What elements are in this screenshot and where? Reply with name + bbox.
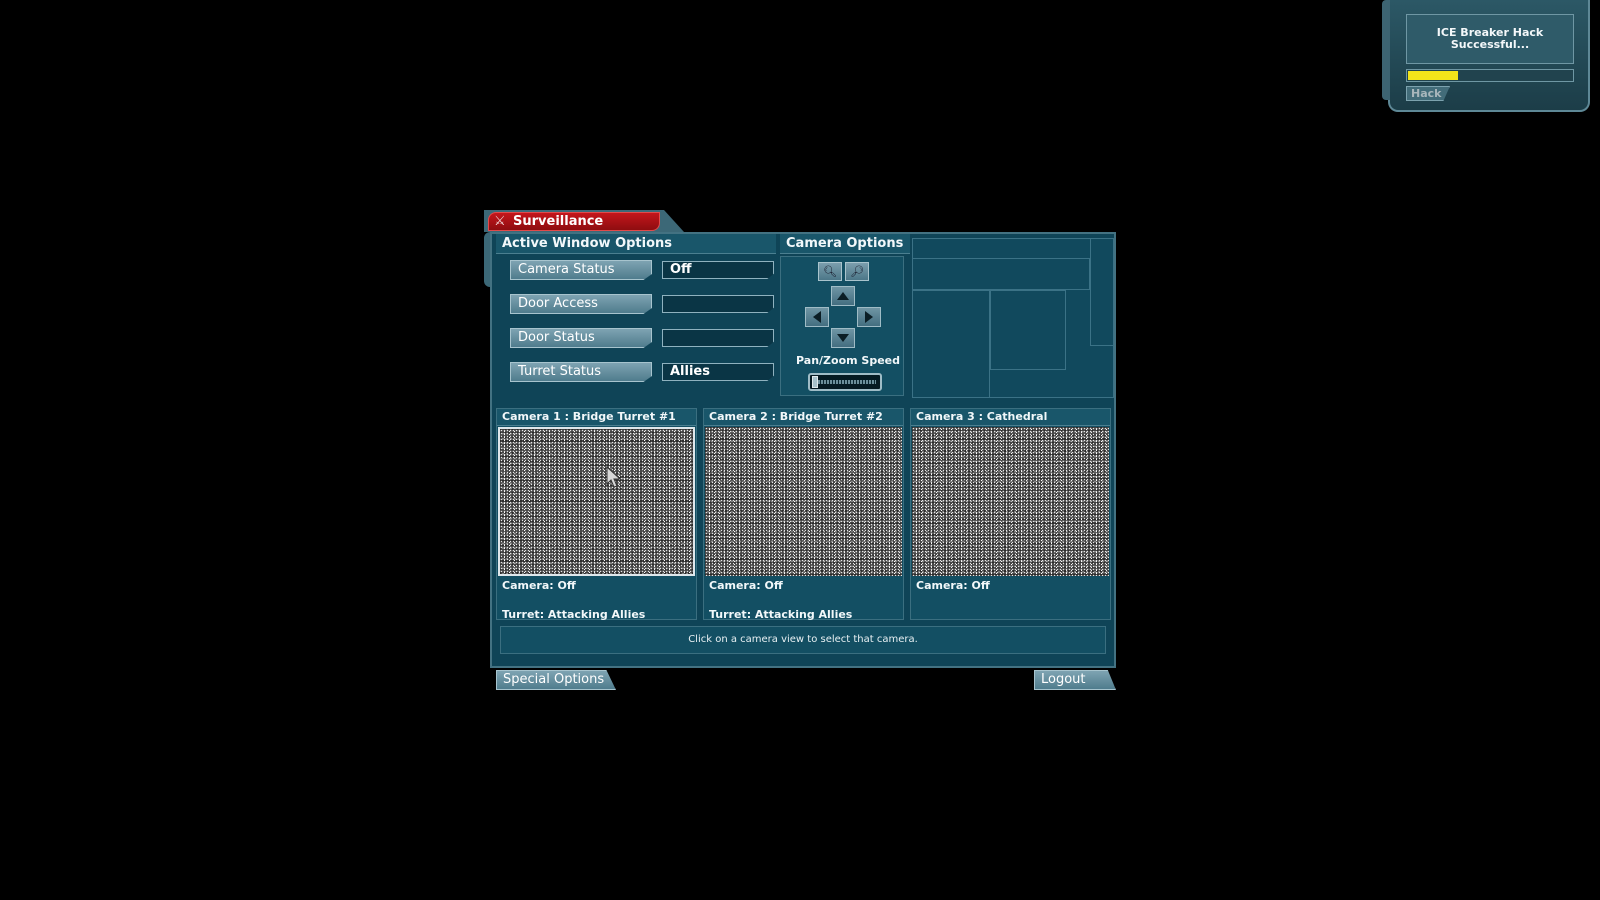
turret-status-value: Allies [662,363,774,381]
camera-feed-static[interactable] [705,427,902,576]
hack-progress-bar [1406,69,1574,82]
camera-status-text: Camera: Off [502,579,576,592]
pan-up-button[interactable] [831,286,855,306]
camera-view-2[interactable]: Camera 2 : Bridge Turret #2 Camera: Off … [703,408,904,621]
window-title: Surveillance [513,214,604,229]
hack-button[interactable]: Hack [1406,86,1450,101]
camera-feed-static[interactable] [912,427,1109,576]
pan-down-button[interactable] [831,328,855,348]
pan-left-button[interactable] [805,307,829,327]
door-status-button[interactable]: Door Status [510,328,652,348]
decorative-panel-block [912,258,1090,290]
turret-status-text: Turret: Attacking Allies [709,608,853,621]
surveillance-icon: ⚔ [494,214,506,229]
camera-options-heading: Camera Options [780,234,910,254]
arrow-down-icon [837,334,849,342]
camera-title: Camera 2 : Bridge Turret #2 [704,409,903,426]
mouse-cursor-icon [606,466,622,488]
arrow-left-icon [813,311,821,323]
decorative-panel-block [990,290,1066,370]
decorative-panel-block [1090,238,1114,346]
pan-zoom-speed-label: Pan/Zoom Speed [796,354,901,367]
camera-view-3[interactable]: Camera 3 : Cathedral Camera: Off [910,408,1111,620]
hack-widget: ICE Breaker Hack Successful... Hack [1382,0,1590,112]
camera-status-text: Camera: Off [916,579,990,592]
status-message: Click on a camera view to select that ca… [500,626,1106,654]
decorative-panel-block [912,290,990,398]
pan-zoom-speed-slider[interactable] [808,373,882,391]
turret-status-text: Turret: Attacking Allies [502,608,646,621]
zoom-in-icon[interactable]: 🔍︎ [818,262,842,281]
slider-track [818,380,876,384]
door-status-value [662,329,774,347]
slider-thumb[interactable] [812,376,818,388]
camera-status-button[interactable]: Camera Status [510,260,652,280]
door-access-button[interactable]: Door Access [510,294,652,314]
window-title-bar[interactable]: ⚔ Surveillance [488,212,660,231]
logout-button[interactable]: Logout [1034,670,1116,690]
arrow-up-icon [837,292,849,300]
arrow-right-icon [865,311,873,323]
camera-view-1[interactable]: Camera 1 : Bridge Turret #1 Camera: Off … [496,408,697,621]
pan-right-button[interactable] [857,307,881,327]
turret-status-button[interactable]: Turret Status [510,362,652,382]
hack-progress-fill [1408,71,1458,80]
camera-status-text: Camera: Off [709,579,783,592]
camera-feed-static[interactable] [498,427,695,576]
camera-title: Camera 3 : Cathedral [911,409,1110,426]
zoom-out-icon[interactable]: 🔎︎ [845,262,869,281]
camera-title: Camera 1 : Bridge Turret #1 [497,409,696,426]
special-options-button[interactable]: Special Options [496,670,616,690]
door-access-value [662,295,774,313]
surveillance-window: Active Window Options Camera Status Off … [490,232,1116,668]
camera-status-value: Off [662,261,774,279]
active-window-options-heading: Active Window Options [496,234,776,254]
hack-status-message: ICE Breaker Hack Successful... [1406,14,1574,64]
